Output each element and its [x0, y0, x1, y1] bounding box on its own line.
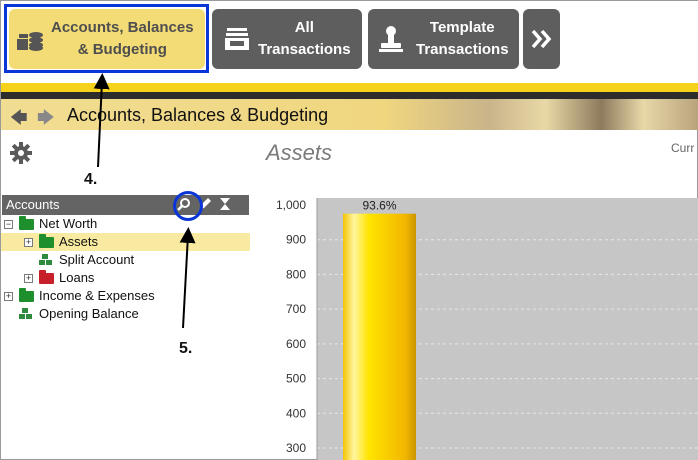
callout-arrow-4 — [93, 73, 110, 168]
callout-arrows — [93, 73, 196, 329]
callout-arrow-5 — [179, 227, 196, 329]
callout-label-4: 4. — [84, 171, 98, 188]
callout-label-5: 5. — [179, 340, 193, 357]
